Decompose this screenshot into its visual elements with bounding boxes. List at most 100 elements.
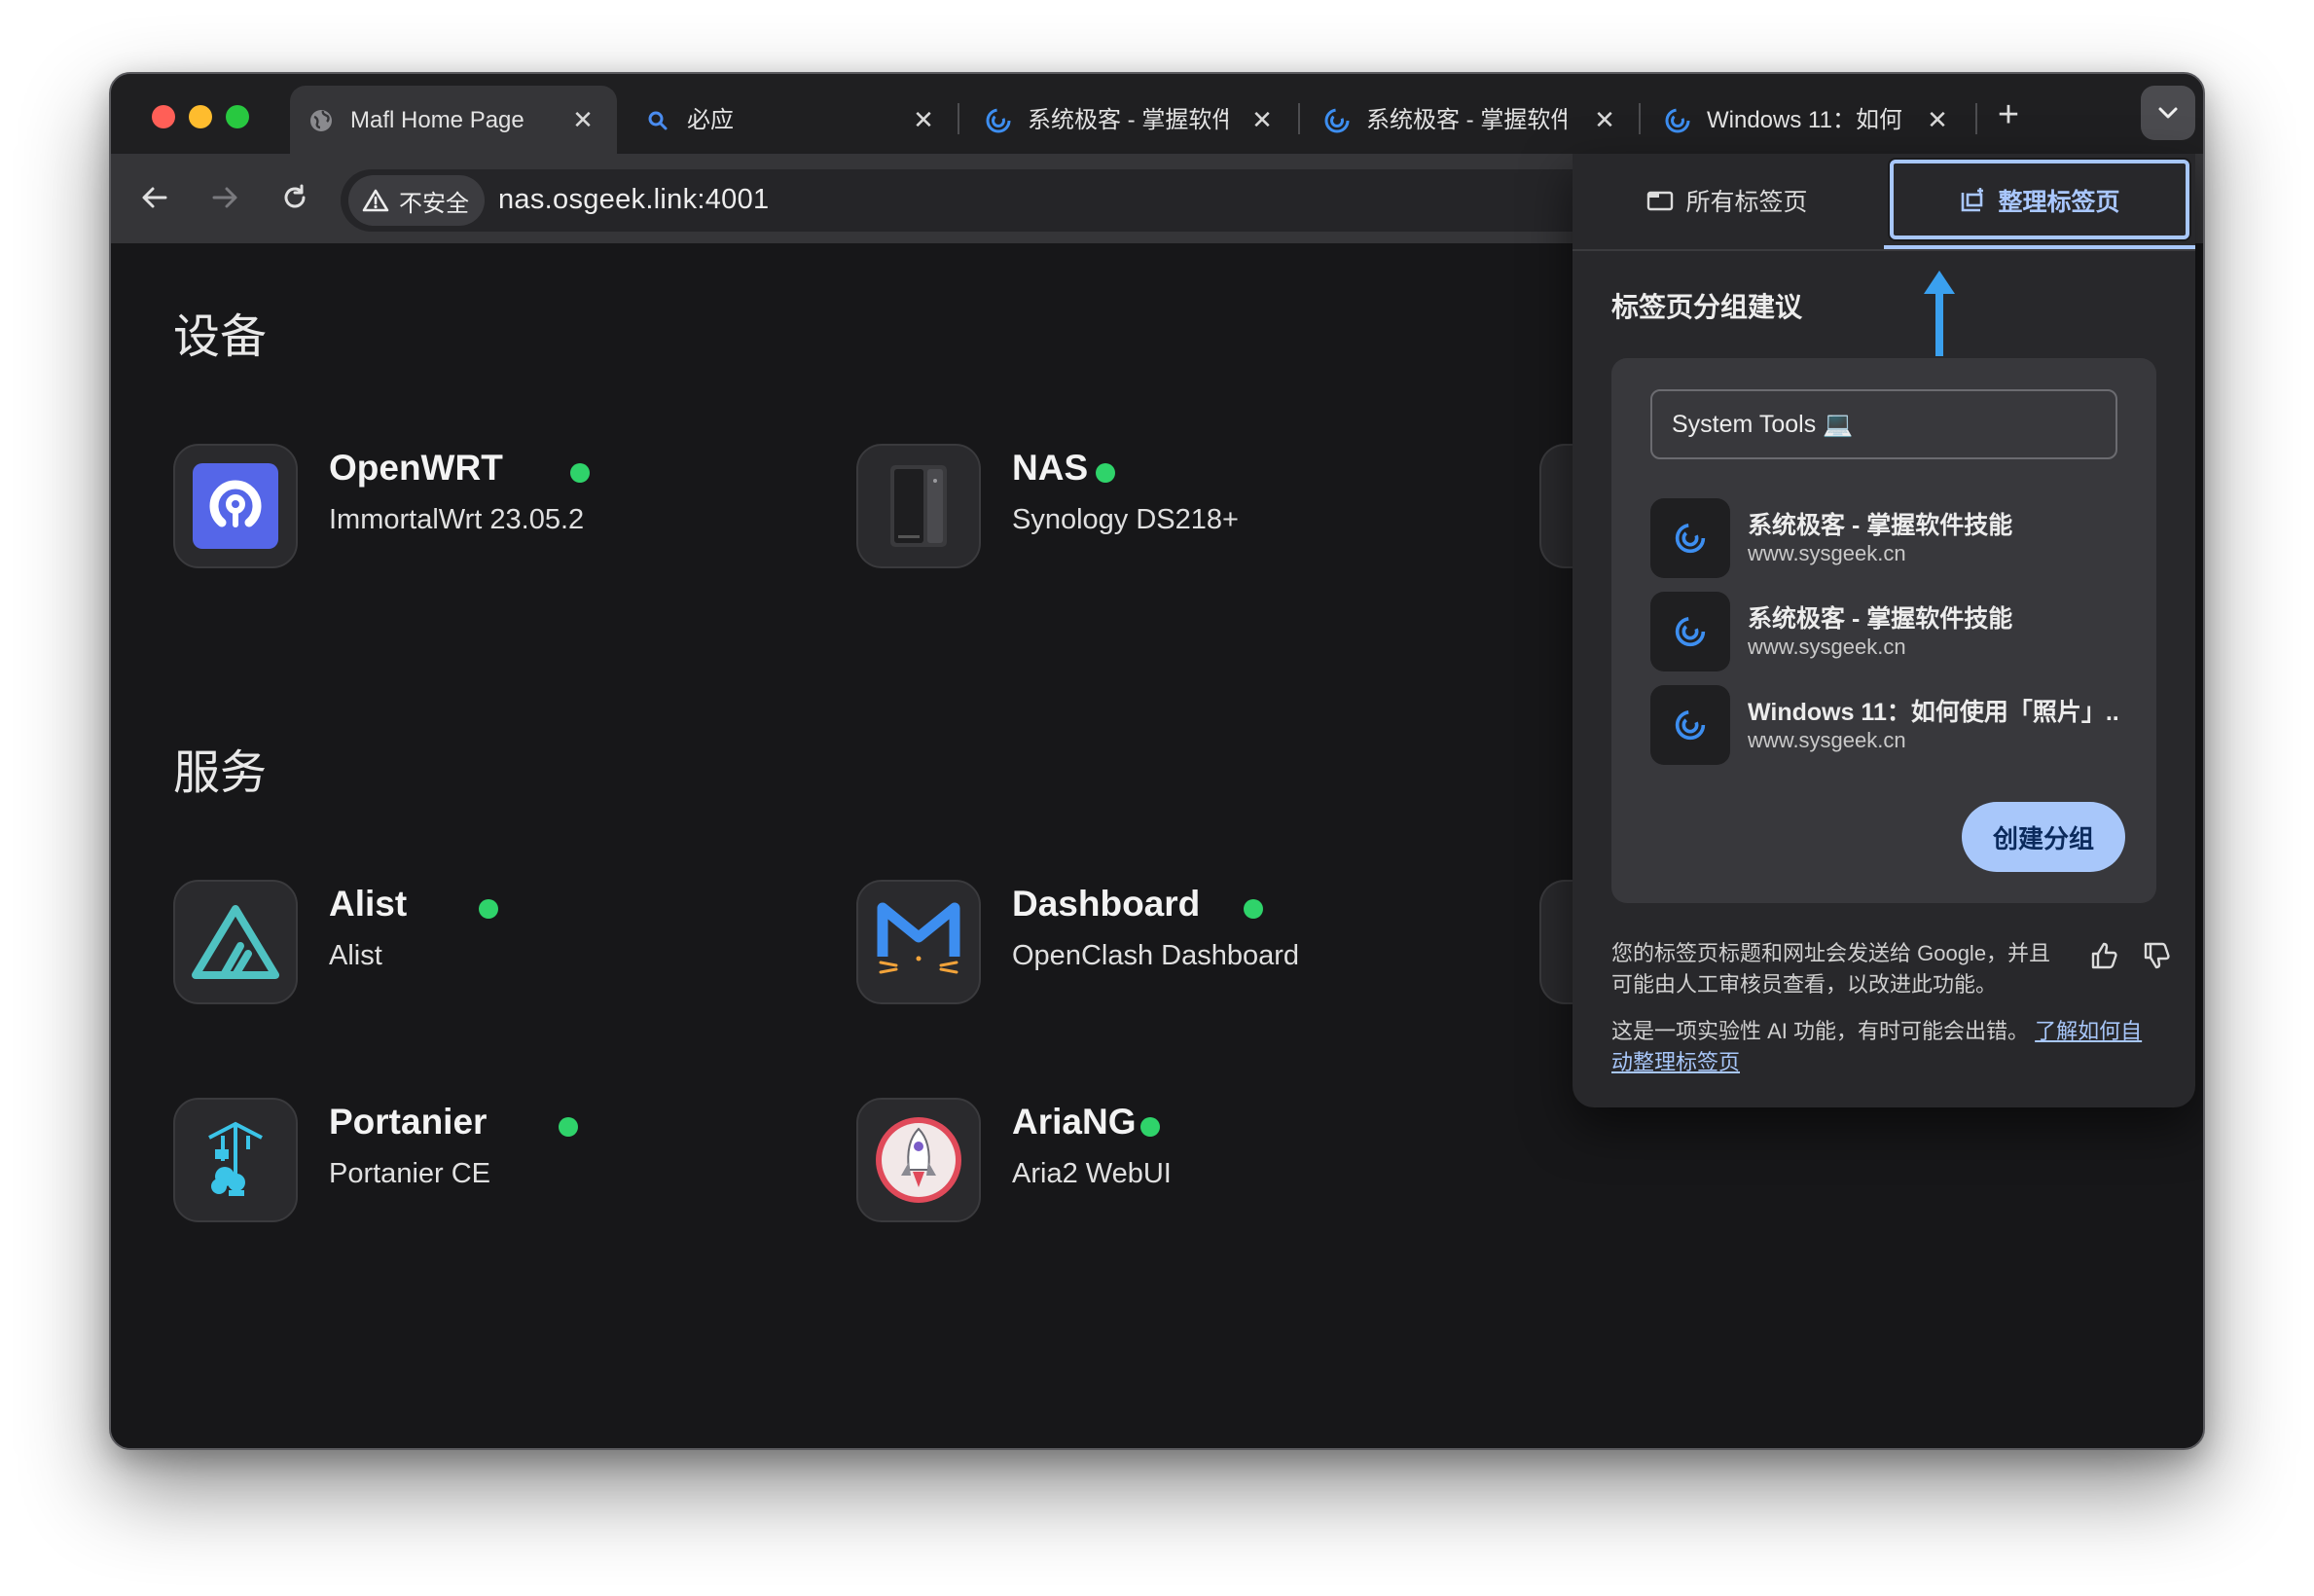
card-name: NAS	[1012, 448, 1089, 488]
suggested-tab-url: www.sysgeek.cn	[1748, 728, 1906, 752]
suggested-tab-item[interactable]: 系统极客 - 掌握软件技能 www.sysgeek.cn	[1650, 498, 2117, 578]
tab-search-button[interactable]	[2141, 86, 2195, 140]
arrow-right-icon	[212, 187, 237, 208]
card-description: Synology DS218+	[1012, 504, 1239, 535]
window-controls	[152, 105, 249, 128]
card-description: Alist	[329, 940, 382, 971]
browser-window: Mafl Home Page ✕ 必应 ✕ 系统极客 - 掌握软件 ✕ 系统极客…	[109, 72, 2205, 1450]
minimize-window-button[interactable]	[189, 105, 212, 128]
tab-organize-panel: 所有标签页 整理标签页 标签页分组建议 System Tools 💻 系统极客 …	[1573, 154, 2195, 1107]
close-tab-icon[interactable]: ✕	[1923, 105, 1952, 134]
tabs-icon	[1647, 191, 1674, 211]
card-description: ImmortalWrt 23.05.2	[329, 504, 585, 535]
portainer-icon	[173, 1098, 298, 1222]
sysgeek-icon	[1650, 685, 1730, 765]
tab-separator	[1639, 103, 1641, 134]
card-name: AriaNG	[1012, 1102, 1137, 1142]
tab-sysgeek-1[interactable]: 系统极客 - 掌握软件 ✕	[967, 86, 1296, 154]
chevron-down-icon	[2158, 107, 2178, 119]
ai-disclaimer: 这是一项实验性 AI 功能，有时可能会出错。 了解如何自动整理标签页	[1611, 1016, 2156, 1078]
security-label: 不安全	[399, 190, 469, 217]
reload-icon	[284, 184, 306, 208]
tab-title: 系统极客 - 掌握软件	[1028, 107, 1228, 133]
thumbs-up-icon[interactable]	[2084, 936, 2123, 975]
tab-all-label: 所有标签页	[1685, 189, 1808, 216]
group-suggestion-card: System Tools 💻 系统极客 - 掌握软件技能 www.sysgeek…	[1611, 358, 2156, 903]
thumbs-down-icon[interactable]	[2137, 936, 2176, 975]
sysgeek-icon	[1650, 498, 1730, 578]
group-name-input[interactable]: System Tools 💻	[1650, 389, 2117, 459]
status-online-dot	[570, 463, 590, 483]
card-name: Dashboard	[1012, 884, 1201, 924]
card-name: Alist	[329, 884, 408, 924]
annotation-arrow-icon	[1924, 271, 1955, 356]
service-card-alist[interactable]: Alist Alist	[173, 880, 757, 1004]
maximize-window-button[interactable]	[226, 105, 249, 128]
suggestion-heading: 标签页分组建议	[1611, 292, 1803, 322]
warning-icon	[362, 189, 389, 212]
suggested-tab-title: 系统极客 - 掌握软件技能	[1748, 605, 2013, 633]
status-online-dot	[1096, 463, 1115, 483]
tab-sysgeek-2[interactable]: 系统极客 - 掌握软件 ✕	[1306, 86, 1637, 154]
privacy-note: 您的标签页标题和网址会发送给 Google，并且可能由人工审核员查看，以改进此功…	[1611, 941, 2051, 997]
tab-title: 系统极客 - 掌握软件	[1366, 107, 1567, 133]
tab-strip: Mafl Home Page ✕ 必应 ✕ 系统极客 - 掌握软件 ✕ 系统极客…	[111, 74, 2203, 154]
suggested-tab-item[interactable]: Windows 11：如何使用「照片」... www.sysgeek.cn	[1650, 685, 2117, 765]
tab-title: 必应	[687, 107, 734, 133]
new-tab-button[interactable]: +	[1987, 93, 2030, 136]
reload-button[interactable]	[272, 175, 317, 220]
suggested-tab-url: www.sysgeek.cn	[1748, 635, 1906, 659]
service-card-portanier[interactable]: Portanier Portanier CE	[173, 1098, 757, 1222]
create-group-button[interactable]: 创建分组	[1962, 802, 2125, 872]
tab-separator	[1298, 103, 1300, 134]
openclash-icon	[856, 880, 981, 1004]
close-tab-icon[interactable]: ✕	[1590, 105, 1619, 134]
tab-title: Windows 11：如何	[1707, 107, 1901, 133]
status-online-dot	[1140, 1117, 1160, 1137]
tab-title: Mafl Home Page	[350, 107, 524, 133]
suggested-tab-title: Windows 11：如何使用「照片」...	[1748, 699, 2117, 726]
globe-icon	[307, 107, 335, 134]
forward-button[interactable]	[202, 175, 247, 220]
arrow-left-icon	[142, 187, 167, 208]
nas-icon	[856, 444, 981, 568]
service-card-ariang[interactable]: AriaNG Aria2 WebUI	[856, 1098, 1440, 1222]
service-card-openwrt[interactable]: OpenWRT ImmortalWrt 23.05.2	[173, 444, 757, 568]
card-description: OpenClash Dashboard	[1012, 940, 1300, 971]
status-online-dot	[559, 1117, 578, 1137]
tab-bing[interactable]: 必应 ✕	[627, 86, 954, 154]
tab-separator	[958, 103, 959, 134]
service-card-dashboard[interactable]: Dashboard OpenClash Dashboard	[856, 880, 1440, 1004]
highlight-box	[1890, 160, 2189, 239]
group-name-value: System Tools 💻	[1672, 410, 1854, 438]
close-tab-icon[interactable]: ✕	[909, 105, 938, 134]
card-description: Aria2 WebUI	[1012, 1158, 1172, 1189]
card-name: Portanier	[329, 1102, 488, 1142]
ariang-icon	[856, 1098, 981, 1222]
section-title-services: 服务	[173, 745, 268, 800]
suggested-tab-title: 系统极客 - 掌握软件技能	[1748, 512, 2013, 539]
card-description: Portanier CE	[329, 1158, 491, 1189]
sysgeek-icon	[1323, 107, 1351, 134]
service-card-nas[interactable]: NAS Synology DS218+	[856, 444, 1440, 568]
tab-all-tabs[interactable]: 所有标签页	[1573, 154, 1882, 247]
url-text[interactable]: nas.osgeek.link:4001	[498, 184, 769, 216]
tab-windows11[interactable]: Windows 11：如何 ✕	[1646, 86, 1973, 154]
tab-organize-tabs[interactable]: 整理标签页	[1884, 154, 2195, 247]
close-window-button[interactable]	[152, 105, 175, 128]
sysgeek-icon	[1650, 592, 1730, 671]
status-online-dot	[479, 899, 498, 919]
suggested-tab-url: www.sysgeek.cn	[1748, 541, 1906, 565]
sysgeek-icon	[1664, 107, 1691, 134]
tab-separator	[1975, 103, 1977, 134]
close-tab-icon[interactable]: ✕	[1247, 105, 1277, 134]
tab-mafl-home[interactable]: Mafl Home Page ✕	[290, 86, 617, 154]
status-online-dot	[1244, 899, 1263, 919]
card-name: OpenWRT	[329, 448, 503, 488]
security-indicator[interactable]: 不安全	[348, 175, 485, 226]
close-tab-icon[interactable]: ✕	[568, 105, 597, 134]
alist-icon	[173, 880, 298, 1004]
ai-disclaimer-text: 这是一项实验性 AI 功能，有时可能会出错。	[1611, 1019, 2030, 1043]
back-button[interactable]	[132, 175, 177, 220]
suggested-tab-item[interactable]: 系统极客 - 掌握软件技能 www.sysgeek.cn	[1650, 592, 2117, 671]
